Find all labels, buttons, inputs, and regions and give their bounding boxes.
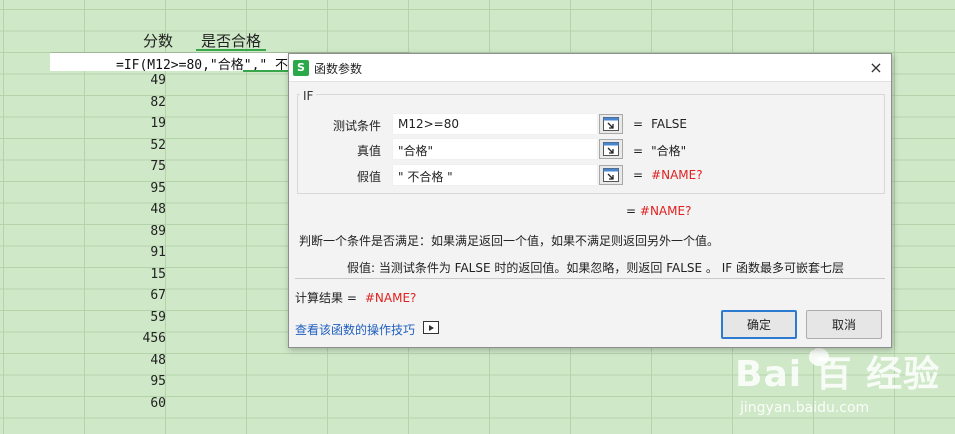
video-icon[interactable]: [423, 321, 439, 334]
score-cell[interactable]: 89: [90, 221, 168, 243]
divider: [295, 278, 885, 279]
score-cell[interactable]: 48: [90, 350, 168, 372]
param-label: 真值: [356, 144, 381, 158]
argument-description: 假值: 当测试条件为 FALSE 时的返回值。如果忽略，则返回 FALSE 。 …: [347, 261, 844, 275]
function-arguments-dialog: S 函数参数 × IF 测试条件 M12>=80 = FALSE 真值 "合格" …: [288, 53, 892, 348]
ok-button[interactable]: 确定: [721, 310, 797, 339]
range-select-icon: [603, 117, 619, 131]
cell-reference-button[interactable]: [599, 139, 623, 159]
score-cell[interactable]: 19: [90, 113, 168, 135]
param-result: = FALSE: [633, 117, 687, 131]
condition-input[interactable]: M12>=80: [392, 113, 598, 135]
baidu-watermark: Bai 百 经验 jingyan.baidu.com: [735, 334, 945, 430]
score-cell[interactable]: 75: [90, 156, 168, 178]
param-row-false-value: 假值 " 不合格 " = #NAME?: [289, 164, 889, 186]
score-cell[interactable]: 95: [90, 371, 168, 393]
score-cell[interactable]: 52: [90, 135, 168, 157]
score-cell[interactable]: 67: [90, 285, 168, 307]
range-select-icon: [603, 168, 619, 182]
range-select-icon: [603, 142, 619, 156]
cancel-button[interactable]: 取消: [806, 310, 882, 339]
score-cell[interactable]: 59: [90, 307, 168, 329]
cell-reference-button[interactable]: [599, 165, 623, 185]
header-score[interactable]: 分数: [143, 30, 173, 51]
score-cell[interactable]: 49: [90, 70, 168, 92]
header-pass[interactable]: 是否合格: [201, 30, 261, 51]
param-row-condition: 测试条件 M12>=80 = FALSE: [289, 113, 889, 135]
dialog-title: 函数参数: [314, 62, 363, 76]
watermark-url: jingyan.baidu.com: [740, 400, 870, 416]
score-cell[interactable]: 91: [90, 242, 168, 264]
function-name: IF: [300, 89, 317, 103]
formula-result: = #NAME?: [626, 204, 692, 218]
param-result: = #NAME?: [633, 168, 703, 182]
param-row-true-value: 真值 "合格" = "合格": [289, 138, 889, 160]
calculation-result: 计算结果 = #NAME?: [295, 291, 417, 305]
true-value-input[interactable]: "合格": [392, 138, 598, 160]
score-column: 49 82 19 52 75 95 48 89 91 15 67 59 456 …: [90, 70, 168, 414]
score-cell[interactable]: 15: [90, 264, 168, 286]
score-cell[interactable]: 82: [90, 92, 168, 114]
close-icon[interactable]: ×: [865, 57, 887, 79]
score-cell[interactable]: 48: [90, 199, 168, 221]
false-value-input[interactable]: " 不合格 ": [392, 164, 598, 186]
header-underline: [196, 49, 266, 51]
param-label: 假值: [356, 170, 381, 184]
dialog-titlebar[interactable]: S 函数参数 ×: [289, 54, 891, 82]
score-cell[interactable]: 456: [90, 328, 168, 350]
function-description: 判断一个条件是否满足：如果满足返回一个值，如果不满足则返回另外一个值。: [299, 234, 720, 248]
function-tips-link[interactable]: 查看该函数的操作技巧: [295, 321, 415, 338]
param-result: = "合格": [633, 144, 687, 158]
score-cell[interactable]: 95: [90, 178, 168, 200]
score-cell[interactable]: 60: [90, 393, 168, 415]
wps-app-icon: S: [293, 60, 309, 76]
param-label: 测试条件: [332, 119, 381, 133]
cell-reference-button[interactable]: [599, 114, 623, 134]
